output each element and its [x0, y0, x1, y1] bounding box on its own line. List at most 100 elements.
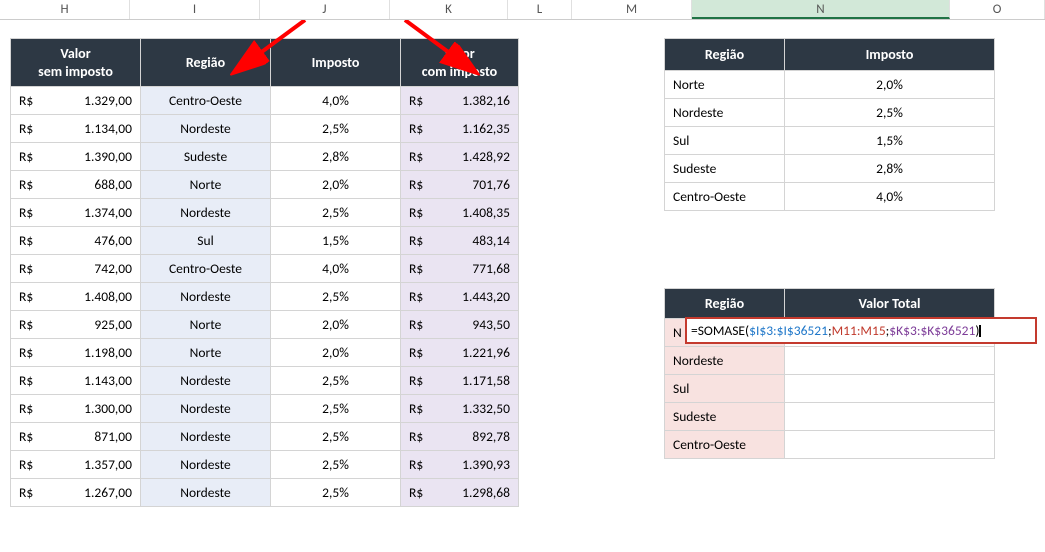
cell-valor-sem[interactable]: R$1.198,00: [11, 339, 141, 367]
arrow-to-regiao: [225, 20, 315, 80]
cell-valor-com[interactable]: R$1.382,16: [401, 87, 519, 115]
tax-imposto[interactable]: 4,0%: [785, 183, 995, 211]
result-regiao[interactable]: Nordeste: [665, 347, 785, 375]
tax-regiao[interactable]: Nordeste: [665, 99, 785, 127]
cell-valor-com[interactable]: R$943,50: [401, 311, 519, 339]
cell-imposto[interactable]: 2,5%: [271, 367, 401, 395]
cell-regiao[interactable]: Nordeste: [141, 367, 271, 395]
cell-valor-com[interactable]: R$483,14: [401, 227, 519, 255]
cell-imposto[interactable]: 4,0%: [271, 255, 401, 283]
main-header-0[interactable]: Valorsem imposto: [11, 39, 141, 87]
cell-imposto[interactable]: 2,5%: [271, 451, 401, 479]
cell-regiao[interactable]: Norte: [141, 339, 271, 367]
cell-regiao[interactable]: Norte: [141, 171, 271, 199]
cell-regiao[interactable]: Nordeste: [141, 199, 271, 227]
arrow-to-valor-com-imposto: [400, 20, 490, 80]
result-regiao[interactable]: Sudeste: [665, 403, 785, 431]
result-valor[interactable]: [785, 403, 995, 431]
result-header-1[interactable]: Valor Total: [785, 289, 995, 319]
cell-imposto[interactable]: 2,5%: [271, 199, 401, 227]
tax-imposto[interactable]: 2,0%: [785, 71, 995, 99]
cell-valor-sem[interactable]: R$1.134,00: [11, 115, 141, 143]
cell-regiao[interactable]: Nordeste: [141, 451, 271, 479]
cell-imposto[interactable]: 4,0%: [271, 87, 401, 115]
cell-imposto[interactable]: 2,5%: [271, 423, 401, 451]
cell-valor-sem[interactable]: R$925,00: [11, 311, 141, 339]
cell-imposto[interactable]: 2,0%: [271, 171, 401, 199]
tax-imposto[interactable]: 2,8%: [785, 155, 995, 183]
cell-regiao[interactable]: Nordeste: [141, 423, 271, 451]
cell-regiao[interactable]: Centro-Oeste: [141, 87, 271, 115]
cell-regiao[interactable]: Nordeste: [141, 283, 271, 311]
cell-regiao[interactable]: Nordeste: [141, 479, 271, 507]
cell-imposto[interactable]: 2,5%: [271, 479, 401, 507]
tax-header-0[interactable]: Região: [665, 39, 785, 71]
result-header-0[interactable]: Região: [665, 289, 785, 319]
cell-valor-com[interactable]: R$771,68: [401, 255, 519, 283]
cell-imposto[interactable]: 2,5%: [271, 115, 401, 143]
cell-valor-sem[interactable]: R$688,00: [11, 171, 141, 199]
cell-valor-sem[interactable]: R$1.408,00: [11, 283, 141, 311]
cell-valor-sem[interactable]: R$476,00: [11, 227, 141, 255]
cell-valor-sem[interactable]: R$1.267,00: [11, 479, 141, 507]
cell-valor-sem[interactable]: R$742,00: [11, 255, 141, 283]
cell-valor-com[interactable]: R$701,76: [401, 171, 519, 199]
col-header-N[interactable]: N: [692, 0, 950, 19]
cell-valor-sem[interactable]: R$1.374,00: [11, 199, 141, 227]
cell-valor-com[interactable]: R$1.428,92: [401, 143, 519, 171]
tax-header-1[interactable]: Imposto: [785, 39, 995, 71]
cell-valor-com[interactable]: R$1.221,96: [401, 339, 519, 367]
col-header-H[interactable]: H: [0, 0, 130, 19]
cell-valor-com[interactable]: R$1.390,93: [401, 451, 519, 479]
cell-regiao[interactable]: Sudeste: [141, 143, 271, 171]
col-header-L[interactable]: L: [508, 0, 572, 19]
cell-valor-com[interactable]: R$1.332,50: [401, 395, 519, 423]
tax-imposto[interactable]: 1,5%: [785, 127, 995, 155]
cell-valor-sem[interactable]: R$1.143,00: [11, 367, 141, 395]
cell-valor-com[interactable]: R$1.443,20: [401, 283, 519, 311]
cell-valor-com[interactable]: R$1.408,35: [401, 199, 519, 227]
cell-imposto[interactable]: 1,5%: [271, 227, 401, 255]
col-header-K[interactable]: K: [390, 0, 508, 19]
tax-regiao[interactable]: Sul: [665, 127, 785, 155]
tax-regiao[interactable]: Norte: [665, 71, 785, 99]
formula-equals: =: [691, 322, 698, 339]
cell-valor-com[interactable]: R$892,78: [401, 423, 519, 451]
result-regiao[interactable]: Centro-Oeste: [665, 431, 785, 459]
cell-valor-sem[interactable]: R$1.300,00: [11, 395, 141, 423]
cell-valor-sem[interactable]: R$1.357,00: [11, 451, 141, 479]
tax-lookup-table[interactable]: RegiãoImpostoNorte2,0%Nordeste2,5%Sul1,5…: [664, 38, 995, 211]
text-cursor: [979, 325, 981, 337]
col-header-I[interactable]: I: [130, 0, 260, 19]
formula-edit-box[interactable]: =SOMASE($I$3:$I$36521;M11:M15;$K$3:$K$36…: [685, 317, 1037, 344]
result-valor[interactable]: [785, 431, 995, 459]
cell-valor-sem[interactable]: R$871,00: [11, 423, 141, 451]
cell-imposto[interactable]: 2,5%: [271, 283, 401, 311]
col-header-M[interactable]: M: [572, 0, 692, 19]
cell-regiao[interactable]: Centro-Oeste: [141, 255, 271, 283]
cell-valor-sem[interactable]: R$1.390,00: [11, 143, 141, 171]
cell-regiao[interactable]: Norte: [141, 311, 271, 339]
cell-valor-sem[interactable]: R$1.329,00: [11, 87, 141, 115]
tax-regiao[interactable]: Centro-Oeste: [665, 183, 785, 211]
formula-range1: $I$3:$I$36521: [749, 322, 828, 339]
cell-valor-com[interactable]: R$1.162,35: [401, 115, 519, 143]
tax-imposto[interactable]: 2,5%: [785, 99, 995, 127]
cell-imposto[interactable]: 2,8%: [271, 143, 401, 171]
main-data-table[interactable]: Valorsem impostoRegiãoImpostoValorcom im…: [10, 38, 519, 507]
tax-regiao[interactable]: Sudeste: [665, 155, 785, 183]
cell-valor-com[interactable]: R$1.298,68: [401, 479, 519, 507]
col-header-O[interactable]: O: [950, 0, 1045, 19]
result-regiao[interactable]: Sul: [665, 375, 785, 403]
col-header-J[interactable]: J: [260, 0, 390, 19]
result-valor[interactable]: [785, 375, 995, 403]
cell-regiao[interactable]: Sul: [141, 227, 271, 255]
cell-valor-com[interactable]: R$1.171,58: [401, 367, 519, 395]
cell-regiao[interactable]: Nordeste: [141, 115, 271, 143]
cell-imposto[interactable]: 2,0%: [271, 311, 401, 339]
cell-imposto[interactable]: 2,5%: [271, 395, 401, 423]
result-table[interactable]: RegiãoValor TotalNNordesteSulSudesteCent…: [664, 288, 995, 459]
result-valor[interactable]: [785, 347, 995, 375]
cell-regiao[interactable]: Nordeste: [141, 395, 271, 423]
cell-imposto[interactable]: 2,0%: [271, 339, 401, 367]
